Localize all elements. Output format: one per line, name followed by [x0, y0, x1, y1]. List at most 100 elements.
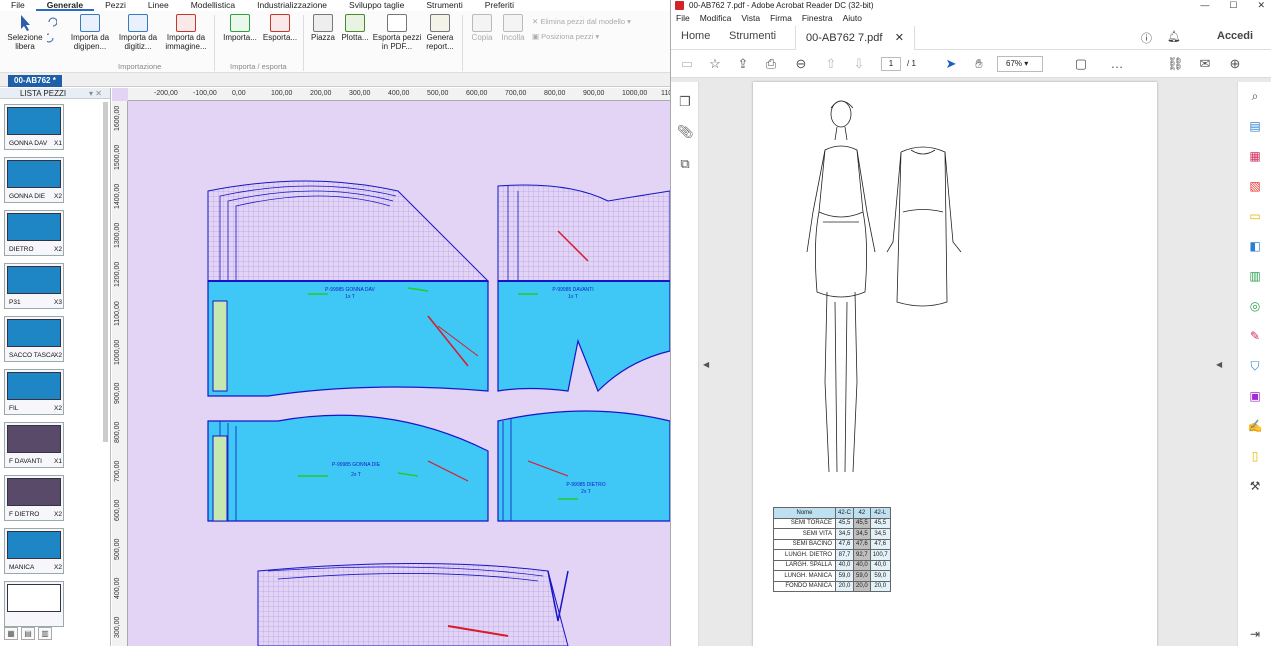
tab-strumenti[interactable]: Strumenti: [729, 30, 776, 42]
page-up-icon[interactable]: ⇧: [823, 56, 839, 72]
collapse-left-icon[interactable]: ◀: [703, 360, 709, 369]
scan-icon[interactable]: ◎: [1247, 298, 1263, 314]
maximize-icon[interactable]: ☐: [1229, 0, 1237, 11]
page-thumbnails-icon[interactable]: ❐: [677, 94, 693, 110]
create-pdf-icon[interactable]: ▦: [1247, 148, 1263, 164]
acro-menu-finestra[interactable]: Finestra: [797, 11, 838, 26]
size-table-cell: SEMI VITA: [773, 528, 836, 540]
importa-digipen-button[interactable]: Importa da digipen...: [68, 14, 112, 51]
posiziona-pezzi-button[interactable]: ▣ Posiziona pezzi ▾: [532, 32, 599, 41]
menu-file[interactable]: File: [0, 0, 36, 11]
menu-industrializzazione[interactable]: Industrializzazione: [246, 0, 338, 11]
menu-generale[interactable]: Generale: [35, 0, 95, 11]
detail-view-icon[interactable]: ▥: [38, 627, 52, 640]
piece-thumbnail[interactable]: F DAVANTI X1: [4, 422, 64, 468]
hand-icon[interactable]: ✋︎: [971, 56, 987, 72]
close-tab-icon[interactable]: ✕: [895, 32, 904, 44]
accedi-button[interactable]: Accedi: [1217, 30, 1253, 42]
menu-sviluppo-taglie[interactable]: Sviluppo taglie: [338, 0, 415, 11]
upload-icon[interactable]: ⇪: [735, 56, 751, 72]
menu-linee[interactable]: Linee: [137, 0, 180, 11]
list-view-icon[interactable]: ▤: [21, 627, 35, 640]
more-icon[interactable]: …: [1109, 56, 1125, 72]
piece-thumbnail[interactable]: GONNA DIE X2: [4, 157, 64, 203]
grid-view-icon[interactable]: ▦: [4, 627, 18, 640]
fill-sign-icon[interactable]: ✍: [1247, 418, 1263, 434]
tab-document[interactable]: 00-AB762 7.pdf ✕: [795, 26, 915, 50]
share-user-icon[interactable]: ⊕: [1227, 56, 1243, 72]
undo-redo-icon[interactable]: [44, 17, 58, 46]
zoom-search-icon[interactable]: ⌕: [1247, 88, 1263, 104]
page-down-icon[interactable]: ⇩: [851, 56, 867, 72]
importa-immagine-button[interactable]: Importa da immagine...: [163, 14, 209, 51]
piece-thumbnail[interactable]: MANICA X2: [4, 528, 64, 574]
piece-thumbnail[interactable]: SACCO TASCA X2: [4, 316, 64, 362]
piece-dietro[interactable]: [497, 410, 670, 522]
pin-icon[interactable]: ▾ ✕: [89, 88, 102, 99]
esporta-pdf-button[interactable]: Esporta pezzi in PDF...: [372, 14, 422, 51]
sign-icon[interactable]: ✎: [1247, 328, 1263, 344]
combine-icon[interactable]: ◧: [1247, 238, 1263, 254]
send-icon[interactable]: ▯: [1247, 448, 1263, 464]
piece-thumbnail[interactable]: GONNA DAV X1: [4, 104, 64, 150]
save-icon[interactable]: ▭: [679, 56, 695, 72]
piece-thumbnail[interactable]: P31 X3: [4, 263, 64, 309]
edit-pdf-icon[interactable]: ▧: [1247, 178, 1263, 194]
star-icon[interactable]: ☆: [707, 56, 723, 72]
expand-icon[interactable]: ⇥: [1247, 626, 1263, 642]
plotta-button[interactable]: Plotta...: [340, 14, 370, 43]
protect-icon[interactable]: ⛉: [1247, 358, 1263, 374]
attachment-icon[interactable]: 📎︎: [677, 124, 694, 140]
pattern-drawing[interactable]: P-99985 GONNA DAV 1x T P-99985 DAVANTI 1…: [128, 101, 670, 646]
importa-button[interactable]: Importa...: [220, 14, 260, 43]
esporta-button[interactable]: Esporta...: [260, 14, 300, 43]
page-number-input[interactable]: 1: [881, 57, 901, 71]
piece-thumbnail[interactable]: F DIETRO X2: [4, 475, 64, 521]
piece-thumbnail[interactable]: DIETRO X2: [4, 210, 64, 256]
importa-digitizer-button[interactable]: Importa da digitiz...: [115, 14, 161, 51]
menu-strumenti[interactable]: Strumenti: [415, 0, 473, 11]
more-tools-icon[interactable]: ⚒: [1247, 478, 1263, 494]
acro-menu-vista[interactable]: Vista: [736, 11, 765, 26]
zoom-select[interactable]: 67% ▾: [997, 56, 1043, 72]
mail-icon[interactable]: ✉: [1197, 56, 1213, 72]
close-icon[interactable]: ✕: [1257, 0, 1265, 11]
acro-menu-modifica[interactable]: Modifica: [695, 11, 737, 26]
elimina-pezzi-button[interactable]: ✕ Elimina pezzi dal modello ▾: [532, 17, 631, 26]
piece-label: GONNA DAV: [9, 140, 48, 147]
menu-modellistica[interactable]: Modellistica: [180, 0, 246, 11]
layers-icon[interactable]: ⧉: [677, 156, 693, 172]
tab-home[interactable]: Home: [681, 30, 710, 42]
acro-menu-firma[interactable]: Firma: [765, 11, 797, 26]
lista-scrollbar[interactable]: [103, 102, 108, 442]
piece-thumbnail[interactable]: FIL X2: [4, 369, 64, 415]
selezione-libera-button[interactable]: Selezione libera: [4, 14, 46, 51]
size-table-cell: 92,7: [853, 549, 871, 561]
export-pdf-icon[interactable]: ▤: [1247, 118, 1263, 134]
menu-pezzi[interactable]: Pezzi: [94, 0, 137, 11]
collapse-right-icon[interactable]: ◀: [1216, 360, 1222, 369]
help-icon[interactable]: ⓘ: [1141, 30, 1152, 46]
acro-menu-aiuto[interactable]: Aiuto: [838, 11, 867, 26]
comment-tool-icon[interactable]: ▭: [1247, 208, 1263, 224]
piece-manica[interactable]: [257, 563, 569, 646]
zoom-out-search-icon[interactable]: ⊖: [793, 56, 809, 72]
select-arrow-icon[interactable]: ➤: [943, 56, 959, 72]
document-tab[interactable]: 00-AB762 *: [8, 75, 62, 87]
piece-thumbnail[interactable]: [4, 581, 64, 627]
piazza-button[interactable]: Piazza: [306, 14, 340, 43]
acro-menu-file[interactable]: File: [671, 11, 695, 26]
copia-button[interactable]: Copia: [468, 14, 496, 43]
pattern-canvas[interactable]: -200,00 -100,00 0,00 100,00 200,00 300,00 400,…: [112, 88, 670, 646]
prepare-form-icon[interactable]: ▣: [1247, 388, 1263, 404]
bell-icon[interactable]: 🔔︎: [1167, 30, 1181, 43]
minimize-icon[interactable]: —: [1200, 0, 1209, 11]
incolla-button[interactable]: Incolla: [498, 14, 528, 43]
organize-icon[interactable]: ▥: [1247, 268, 1263, 284]
genera-report-button[interactable]: Genera report...: [423, 14, 457, 51]
piece-gonna-die[interactable]: [207, 414, 489, 522]
menu-preferiti[interactable]: Preferiti: [474, 0, 525, 11]
comment-icon[interactable]: ▢: [1073, 56, 1089, 72]
link-icon[interactable]: ⛓︎: [1167, 56, 1184, 72]
print-icon[interactable]: ⎙: [763, 56, 779, 72]
